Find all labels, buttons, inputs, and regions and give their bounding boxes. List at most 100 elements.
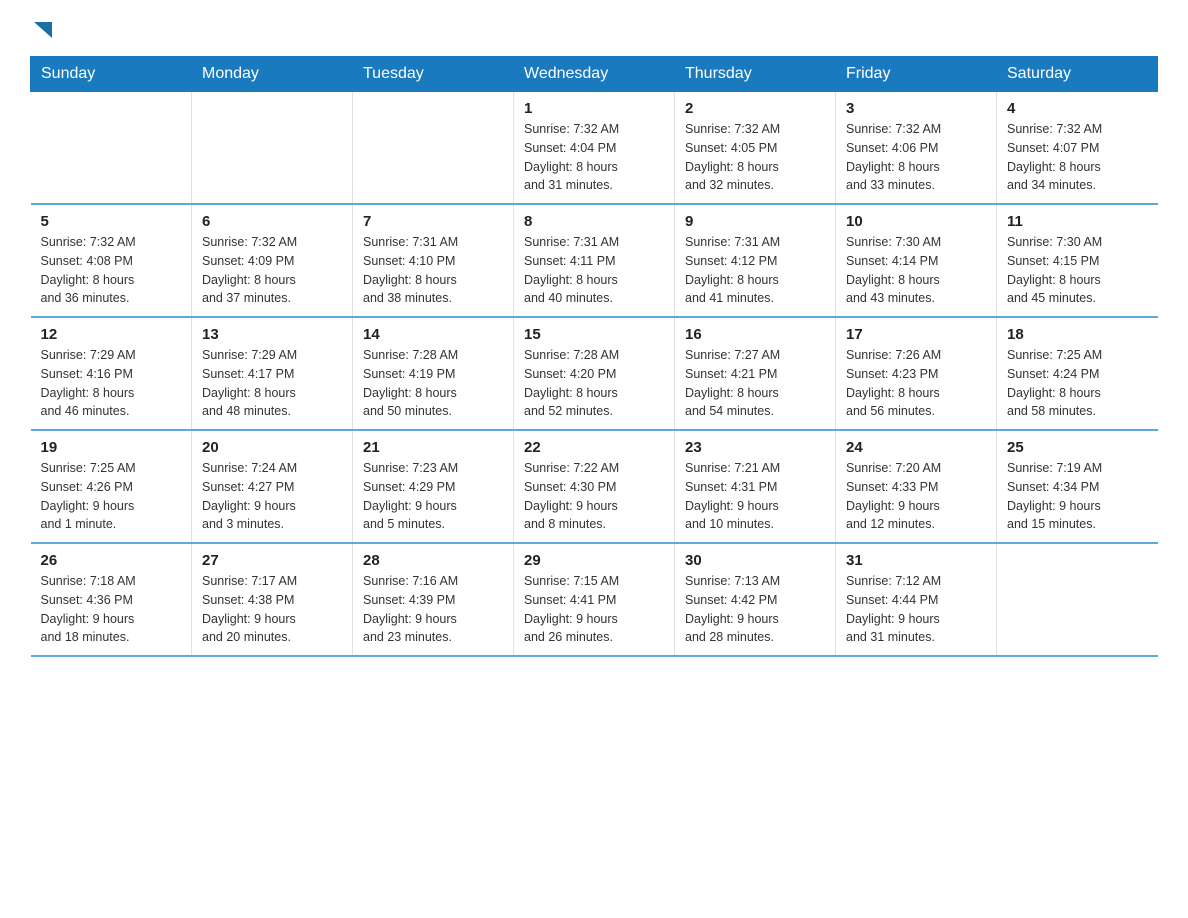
day-info: Sunrise: 7:25 AMSunset: 4:26 PMDaylight:… xyxy=(41,459,182,534)
day-number: 6 xyxy=(202,213,342,230)
calendar-cell: 19 Sunrise: 7:25 AMSunset: 4:26 PMDayligh… xyxy=(31,430,192,543)
day-info: Sunrise: 7:32 AMSunset: 4:09 PMDaylight:… xyxy=(202,233,342,308)
day-info: Sunrise: 7:17 AMSunset: 4:38 PMDaylight:… xyxy=(202,572,342,647)
calendar-cell: 10 Sunrise: 7:30 AMSunset: 4:14 PMDayligh… xyxy=(836,204,997,317)
calendar-cell xyxy=(192,92,353,205)
day-number: 12 xyxy=(41,326,182,343)
calendar-header: SundayMondayTuesdayWednesdayThursdayFrid… xyxy=(31,57,1158,92)
day-number: 31 xyxy=(846,552,986,569)
day-info: Sunrise: 7:20 AMSunset: 4:33 PMDaylight:… xyxy=(846,459,986,534)
day-info: Sunrise: 7:32 AMSunset: 4:06 PMDaylight:… xyxy=(846,120,986,195)
day-info: Sunrise: 7:28 AMSunset: 4:20 PMDaylight:… xyxy=(524,346,664,421)
day-info: Sunrise: 7:26 AMSunset: 4:23 PMDaylight:… xyxy=(846,346,986,421)
calendar-cell: 15 Sunrise: 7:28 AMSunset: 4:20 PMDayligh… xyxy=(514,317,675,430)
day-number: 1 xyxy=(524,100,664,117)
day-number: 23 xyxy=(685,439,825,456)
calendar-cell: 26 Sunrise: 7:18 AMSunset: 4:36 PMDayligh… xyxy=(31,543,192,656)
calendar-cell: 24 Sunrise: 7:20 AMSunset: 4:33 PMDayligh… xyxy=(836,430,997,543)
day-number: 16 xyxy=(685,326,825,343)
calendar-cell: 14 Sunrise: 7:28 AMSunset: 4:19 PMDayligh… xyxy=(353,317,514,430)
day-number: 13 xyxy=(202,326,342,343)
day-number: 29 xyxy=(524,552,664,569)
day-number: 17 xyxy=(846,326,986,343)
day-number: 21 xyxy=(363,439,503,456)
day-number: 28 xyxy=(363,552,503,569)
calendar-cell: 30 Sunrise: 7:13 AMSunset: 4:42 PMDayligh… xyxy=(675,543,836,656)
calendar-table: SundayMondayTuesdayWednesdayThursdayFrid… xyxy=(30,56,1158,657)
day-number: 8 xyxy=(524,213,664,230)
day-info: Sunrise: 7:30 AMSunset: 4:15 PMDaylight:… xyxy=(1007,233,1148,308)
weekday-header-row: SundayMondayTuesdayWednesdayThursdayFrid… xyxy=(31,57,1158,92)
day-info: Sunrise: 7:31 AMSunset: 4:12 PMDaylight:… xyxy=(685,233,825,308)
weekday-header-wednesday: Wednesday xyxy=(514,57,675,92)
day-info: Sunrise: 7:32 AMSunset: 4:04 PMDaylight:… xyxy=(524,120,664,195)
calendar-cell: 23Sunrise: 7:21 AMSunset: 4:31 PMDayligh… xyxy=(675,430,836,543)
day-info: Sunrise: 7:16 AMSunset: 4:39 PMDaylight:… xyxy=(363,572,503,647)
day-info: Sunrise: 7:32 AMSunset: 4:08 PMDaylight:… xyxy=(41,233,182,308)
day-number: 27 xyxy=(202,552,342,569)
calendar-cell: 25Sunrise: 7:19 AMSunset: 4:34 PMDayligh… xyxy=(997,430,1158,543)
weekday-header-sunday: Sunday xyxy=(31,57,192,92)
day-number: 24 xyxy=(846,439,986,456)
calendar-cell: 16 Sunrise: 7:27 AMSunset: 4:21 PMDayligh… xyxy=(675,317,836,430)
calendar-cell: 6 Sunrise: 7:32 AMSunset: 4:09 PMDaylight… xyxy=(192,204,353,317)
day-info: Sunrise: 7:22 AMSunset: 4:30 PMDaylight:… xyxy=(524,459,664,534)
day-number: 11 xyxy=(1007,213,1148,230)
calendar-week-row: 5 Sunrise: 7:32 AMSunset: 4:08 PMDaylight… xyxy=(31,204,1158,317)
calendar-cell: 27 Sunrise: 7:17 AMSunset: 4:38 PMDayligh… xyxy=(192,543,353,656)
day-number: 4 xyxy=(1007,100,1148,117)
calendar-week-row: 1 Sunrise: 7:32 AMSunset: 4:04 PMDaylight… xyxy=(31,92,1158,205)
day-info: Sunrise: 7:15 AMSunset: 4:41 PMDaylight:… xyxy=(524,572,664,647)
calendar-cell: 1 Sunrise: 7:32 AMSunset: 4:04 PMDaylight… xyxy=(514,92,675,205)
day-number: 30 xyxy=(685,552,825,569)
calendar-week-row: 12Sunrise: 7:29 AMSunset: 4:16 PMDayligh… xyxy=(31,317,1158,430)
calendar-cell: 28 Sunrise: 7:16 AMSunset: 4:39 PMDayligh… xyxy=(353,543,514,656)
day-info: Sunrise: 7:31 AMSunset: 4:11 PMDaylight:… xyxy=(524,233,664,308)
day-info: Sunrise: 7:13 AMSunset: 4:42 PMDaylight:… xyxy=(685,572,825,647)
day-number: 26 xyxy=(41,552,182,569)
calendar-week-row: 19 Sunrise: 7:25 AMSunset: 4:26 PMDayligh… xyxy=(31,430,1158,543)
logo-arrow-icon xyxy=(32,20,54,42)
weekday-header-friday: Friday xyxy=(836,57,997,92)
calendar-cell: 17 Sunrise: 7:26 AMSunset: 4:23 PMDayligh… xyxy=(836,317,997,430)
calendar-cell xyxy=(997,543,1158,656)
day-info: Sunrise: 7:27 AMSunset: 4:21 PMDaylight:… xyxy=(685,346,825,421)
day-info: Sunrise: 7:32 AMSunset: 4:05 PMDaylight:… xyxy=(685,120,825,195)
day-number: 22 xyxy=(524,439,664,456)
calendar-cell: 29 Sunrise: 7:15 AMSunset: 4:41 PMDayligh… xyxy=(514,543,675,656)
day-info: Sunrise: 7:29 AMSunset: 4:17 PMDaylight:… xyxy=(202,346,342,421)
calendar-cell: 4Sunrise: 7:32 AMSunset: 4:07 PMDaylight… xyxy=(997,92,1158,205)
calendar-week-row: 26 Sunrise: 7:18 AMSunset: 4:36 PMDayligh… xyxy=(31,543,1158,656)
calendar-cell: 9 Sunrise: 7:31 AMSunset: 4:12 PMDaylight… xyxy=(675,204,836,317)
day-number: 9 xyxy=(685,213,825,230)
weekday-header-tuesday: Tuesday xyxy=(353,57,514,92)
day-number: 5 xyxy=(41,213,182,230)
weekday-header-saturday: Saturday xyxy=(997,57,1158,92)
day-number: 14 xyxy=(363,326,503,343)
day-info: Sunrise: 7:24 AMSunset: 4:27 PMDaylight:… xyxy=(202,459,342,534)
calendar-cell: 7Sunrise: 7:31 AMSunset: 4:10 PMDaylight… xyxy=(353,204,514,317)
calendar-cell: 13 Sunrise: 7:29 AMSunset: 4:17 PMDayligh… xyxy=(192,317,353,430)
day-number: 15 xyxy=(524,326,664,343)
calendar-cell: 31Sunrise: 7:12 AMSunset: 4:44 PMDayligh… xyxy=(836,543,997,656)
calendar-cell: 22 Sunrise: 7:22 AMSunset: 4:30 PMDayligh… xyxy=(514,430,675,543)
day-number: 18 xyxy=(1007,326,1148,343)
day-info: Sunrise: 7:19 AMSunset: 4:34 PMDaylight:… xyxy=(1007,459,1148,534)
calendar-cell: 12Sunrise: 7:29 AMSunset: 4:16 PMDayligh… xyxy=(31,317,192,430)
calendar-cell: 21Sunrise: 7:23 AMSunset: 4:29 PMDayligh… xyxy=(353,430,514,543)
weekday-header-thursday: Thursday xyxy=(675,57,836,92)
calendar-cell: 8 Sunrise: 7:31 AMSunset: 4:11 PMDaylight… xyxy=(514,204,675,317)
day-info: Sunrise: 7:28 AMSunset: 4:19 PMDaylight:… xyxy=(363,346,503,421)
day-info: Sunrise: 7:25 AMSunset: 4:24 PMDaylight:… xyxy=(1007,346,1148,421)
calendar-cell: 5 Sunrise: 7:32 AMSunset: 4:08 PMDaylight… xyxy=(31,204,192,317)
calendar-body: 1 Sunrise: 7:32 AMSunset: 4:04 PMDaylight… xyxy=(31,92,1158,657)
day-number: 19 xyxy=(41,439,182,456)
weekday-header-monday: Monday xyxy=(192,57,353,92)
day-number: 10 xyxy=(846,213,986,230)
day-info: Sunrise: 7:18 AMSunset: 4:36 PMDaylight:… xyxy=(41,572,182,647)
day-info: Sunrise: 7:30 AMSunset: 4:14 PMDaylight:… xyxy=(846,233,986,308)
day-number: 3 xyxy=(846,100,986,117)
calendar-cell: 3 Sunrise: 7:32 AMSunset: 4:06 PMDaylight… xyxy=(836,92,997,205)
day-number: 2 xyxy=(685,100,825,117)
page-header xyxy=(30,20,1158,36)
